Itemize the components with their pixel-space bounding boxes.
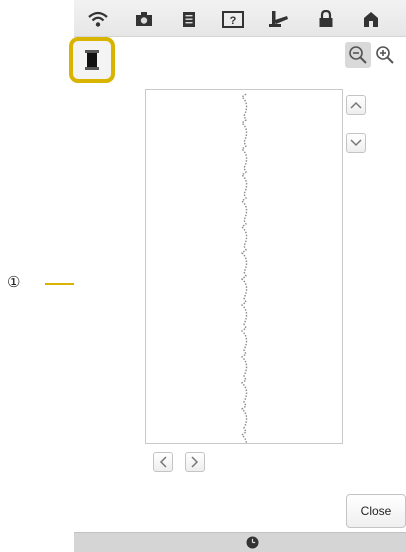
camera-icon[interactable] xyxy=(132,8,156,30)
zoom-out-icon xyxy=(349,46,367,64)
scroll-right-button[interactable] xyxy=(185,452,205,472)
callout-number: ① xyxy=(7,274,21,291)
zoom-in-icon xyxy=(376,46,394,64)
wifi-icon[interactable] xyxy=(86,8,110,30)
scroll-left-button[interactable] xyxy=(153,452,173,472)
home-icon[interactable] xyxy=(359,8,383,30)
chevron-left-icon xyxy=(159,456,167,468)
stitch-pattern xyxy=(240,93,248,459)
thread-color-button[interactable] xyxy=(69,37,115,83)
machine-screen: ? Close xyxy=(69,0,406,552)
zoom-in-button[interactable] xyxy=(372,42,398,68)
close-button[interactable]: Close xyxy=(346,494,406,528)
chevron-up-icon xyxy=(350,101,362,109)
scroll-down-button[interactable] xyxy=(346,133,366,153)
thread-spool-icon xyxy=(85,50,99,70)
bottom-status-bar xyxy=(74,532,406,552)
help-icon[interactable]: ? xyxy=(221,8,245,30)
scroll-up-button[interactable] xyxy=(346,95,366,115)
lock-icon[interactable] xyxy=(314,8,338,30)
chevron-right-icon xyxy=(191,456,199,468)
stitch-preview-area xyxy=(145,89,343,459)
top-toolbar: ? xyxy=(74,0,406,37)
svg-text:?: ? xyxy=(230,15,237,27)
presser-foot-icon[interactable] xyxy=(267,8,291,30)
document-icon[interactable] xyxy=(177,8,201,30)
zoom-out-button[interactable] xyxy=(345,42,371,68)
clock-icon[interactable] xyxy=(246,536,259,549)
chevron-down-icon xyxy=(350,139,362,147)
